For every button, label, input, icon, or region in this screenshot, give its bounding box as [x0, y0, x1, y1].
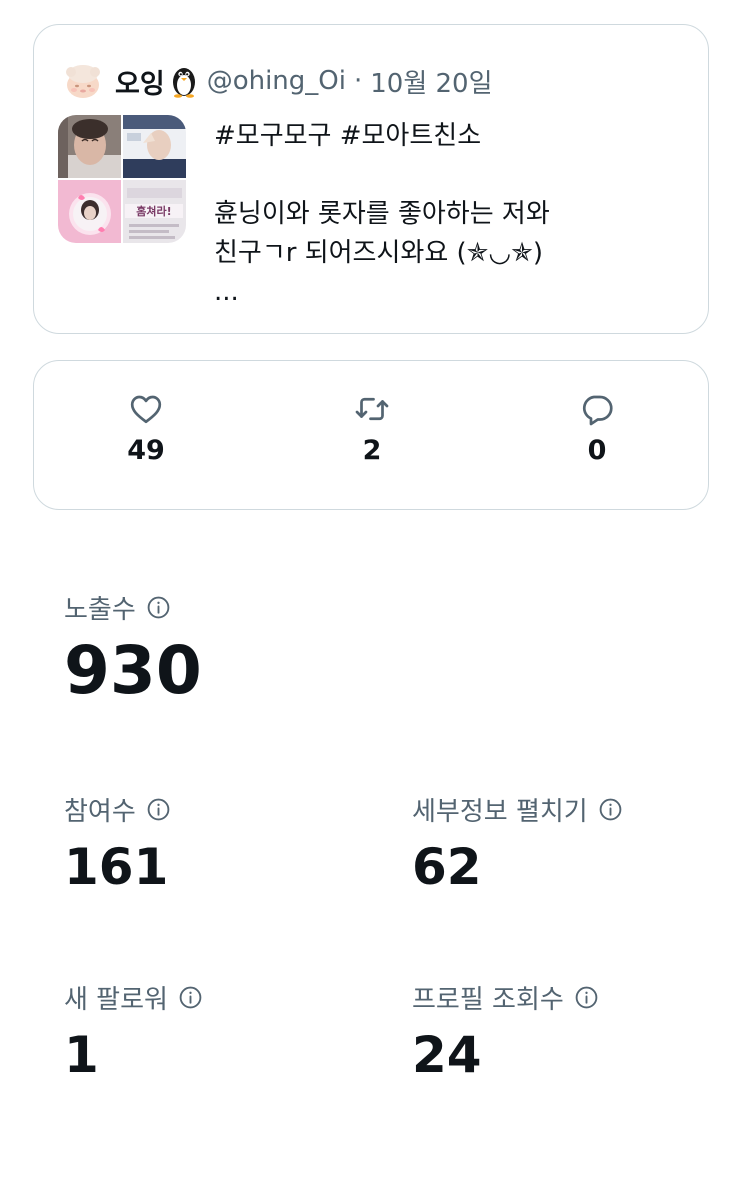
tweet-text-line: 휸닝이와 롯자를 좋아하는 저와: [214, 199, 550, 229]
author-avatar[interactable]: [61, 59, 105, 103]
new-followers-value: 1: [64, 1026, 99, 1084]
info-icon[interactable]: [178, 985, 203, 1010]
engagements-value: 161: [64, 838, 169, 896]
info-icon[interactable]: [146, 797, 171, 822]
media-thumb[interactable]: [58, 180, 121, 243]
profile-visits-metric: 프로필 조회수 24: [412, 980, 599, 1080]
detail-expands-label: 세부정보 펼치기: [412, 796, 588, 827]
engagements-label: 참여수: [64, 796, 136, 827]
media-thumb[interactable]: 홈쳐라!: [123, 180, 186, 243]
header-separator: ·: [353, 66, 363, 96]
author-name[interactable]: 오잉: [115, 62, 165, 101]
info-icon[interactable]: [574, 985, 599, 1010]
heart-outline-icon: [130, 395, 162, 424]
like-count: 49: [127, 435, 165, 466]
info-icon[interactable]: [146, 595, 171, 620]
detail-expands-value: 62: [412, 838, 482, 896]
impressions-value: 930: [64, 632, 202, 709]
tweet-text[interactable]: #모구모구 #모아트친소 휸닝이와 롯자를 좋아하는 저와 친구ㄱr 되어즈시와…: [214, 117, 684, 312]
media-thumb[interactable]: [58, 115, 121, 178]
new-followers-metric: 새 팔로워 1: [64, 980, 203, 1080]
tweet-text-line: ...: [214, 277, 239, 307]
author-handle[interactable]: @ohing_Oi: [207, 66, 346, 96]
tweet-text-line: 친구ㄱr 되어즈시와요 (✯◡✯): [214, 238, 544, 268]
detail-expands-metric: 세부정보 펼치기 62: [412, 792, 623, 892]
profile-visits-value: 24: [412, 1026, 482, 1084]
tweet-date[interactable]: 10월 20일: [370, 63, 492, 100]
retweet-button[interactable]: 2: [332, 391, 412, 466]
reply-bubble-icon: [582, 395, 613, 426]
info-icon[interactable]: [598, 797, 623, 822]
reply-count: 0: [587, 435, 607, 466]
reply-button[interactable]: 0: [557, 391, 637, 466]
profile-visits-label: 프로필 조회수: [412, 984, 564, 1015]
like-button[interactable]: 49: [106, 391, 186, 466]
media-grid[interactable]: 홈쳐라!: [58, 115, 186, 243]
tweet-header: 오잉 @ohing_Oi · 10월 20일: [61, 59, 493, 103]
penguin-emoji-icon: [172, 68, 195, 98]
impressions-label: 노출수: [64, 594, 136, 625]
impressions-metric: 노출수 930: [64, 590, 202, 704]
new-followers-label: 새 팔로워: [64, 984, 168, 1015]
tweet-text-line: [214, 156, 684, 195]
tweet-text-line: #모구모구 #모아트친소: [214, 121, 482, 151]
media-thumb[interactable]: [123, 115, 186, 178]
engagements-metric: 참여수 161: [64, 792, 171, 892]
svg-text:홈쳐라!: 홈쳐라!: [136, 204, 171, 218]
retweet-icon: [355, 397, 389, 421]
tweet-card[interactable]: 오잉 @ohing_Oi · 10월 20일 홈쳐라! #모구모구 #모아트친소…: [33, 24, 709, 334]
retweet-count: 2: [362, 435, 382, 466]
engagement-actions-card: 49 2 0: [33, 360, 709, 510]
